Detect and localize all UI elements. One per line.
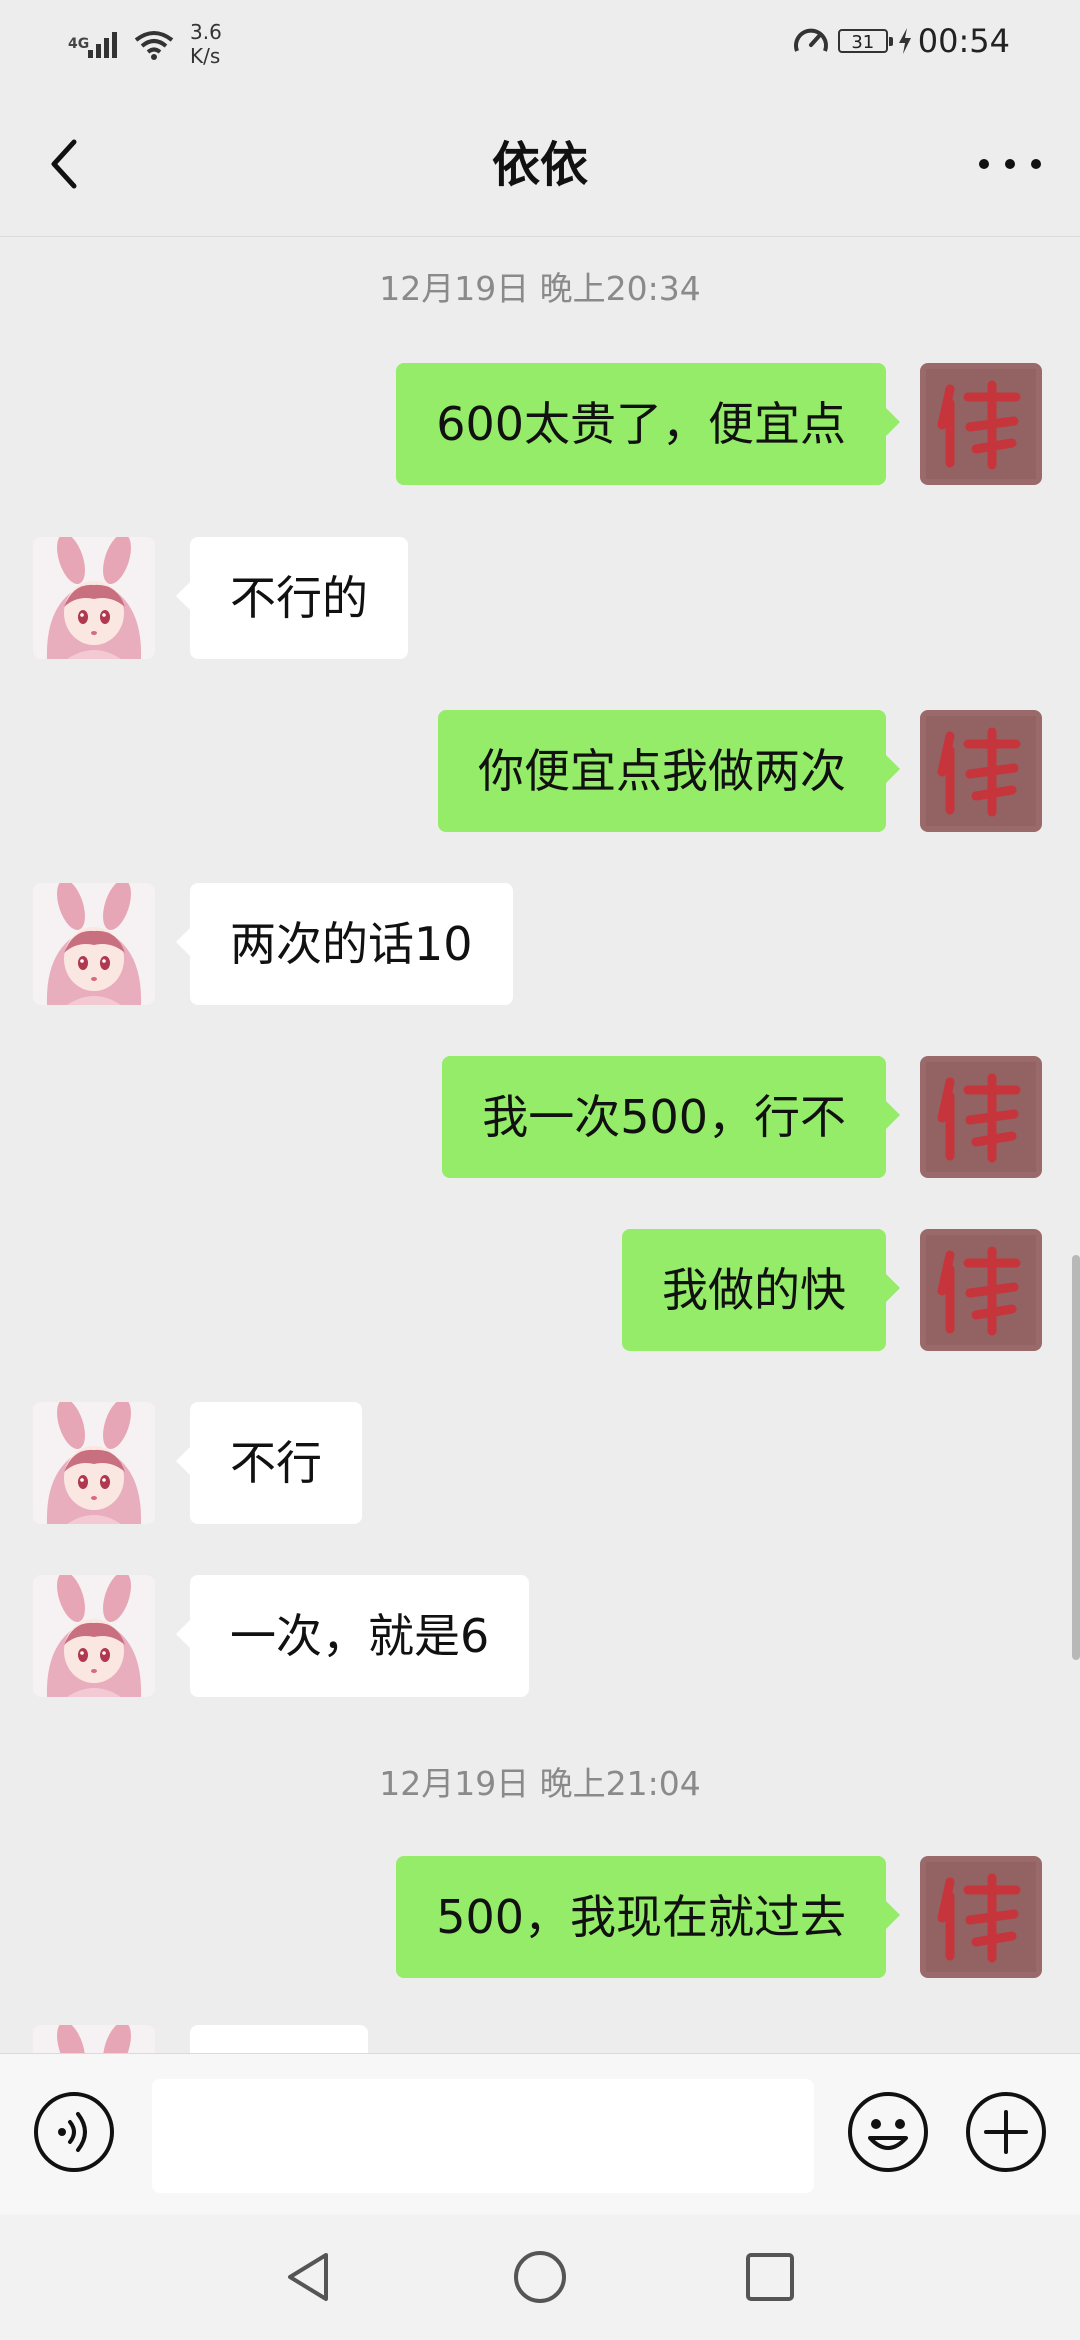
received-message-bubble[interactable]: 不行 — [176, 1402, 362, 1524]
my-avatar[interactable] — [920, 363, 1042, 485]
chat-timestamp: 12月19日 晚上20:34 — [379, 269, 701, 308]
battery-indicator: 31 — [837, 29, 893, 53]
emoji-button[interactable] — [846, 2090, 930, 2174]
received-message-bubble[interactable]: 一次，就是6 — [175, 1575, 530, 1697]
network-type-label: 4G — [68, 36, 90, 52]
sent-message-bubble[interactable]: 600太贵了，便宜点 — [396, 363, 900, 485]
speedometer-icon — [793, 28, 828, 52]
cellular-signal-icon — [88, 32, 117, 58]
contact-avatar[interactable] — [33, 1575, 155, 1697]
system-nav-bar — [0, 2215, 1080, 2340]
contact-avatar[interactable] — [33, 1402, 155, 1524]
wifi-icon — [134, 31, 174, 60]
received-message-bubble[interactable]: 不行的 — [176, 537, 408, 659]
nav-recent-apps-icon[interactable] — [740, 2247, 800, 2307]
message-input[interactable] — [152, 2079, 814, 2193]
nav-home-icon[interactable] — [510, 2247, 570, 2307]
chat-title: 依依 — [491, 137, 588, 193]
sent-message-bubble[interactable]: 500，我现在就过去 — [396, 1856, 900, 1978]
charging-bolt-icon — [898, 28, 911, 54]
sent-message-bubble[interactable]: 我一次500，行不 — [442, 1056, 900, 1178]
voice-icon — [34, 2092, 114, 2172]
chat-scrollbar[interactable] — [1072, 1255, 1080, 1660]
message-row: 我做的快 — [0, 1229, 1080, 1351]
message-row: 600太贵了，便宜点 — [0, 363, 1080, 485]
my-avatar[interactable] — [920, 710, 1042, 832]
network-speed: 3.6 K/s — [190, 20, 222, 68]
chat-timestamp: 12月19日 晚上21:04 — [379, 1764, 701, 1803]
more-options-button[interactable] — [970, 124, 1050, 204]
received-message-bubble-partial[interactable] — [190, 2025, 368, 2055]
voice-button[interactable] — [32, 2090, 116, 2174]
my-avatar[interactable] — [920, 1856, 1042, 1978]
received-message-bubble[interactable]: 两次的话10 — [176, 883, 513, 1005]
plus-icon — [966, 2092, 1046, 2172]
my-avatar[interactable] — [920, 1229, 1042, 1351]
status-bar: 4G 3.6 K/s 31 00:54 — [0, 0, 1080, 90]
message-row: 一次，就是6 — [0, 1575, 1080, 1697]
message-row: 我一次500，行不 — [0, 1056, 1080, 1178]
network-speed-unit: K/s — [190, 44, 221, 68]
contact-avatar[interactable] — [33, 883, 155, 1005]
nav-back-icon[interactable] — [280, 2247, 340, 2307]
contact-avatar[interactable] — [33, 537, 155, 659]
sent-message-bubble[interactable]: 我做的快 — [622, 1229, 900, 1351]
message-row: 不行 — [0, 1402, 1080, 1524]
status-left: 4G 3.6 K/s — [68, 20, 222, 68]
contact-avatar-partial[interactable] — [33, 2025, 155, 2055]
sent-message-bubble[interactable]: 你便宜点我做两次 — [438, 710, 900, 832]
message-row: 500，我现在就过去 — [0, 1856, 1080, 1978]
emoji-icon — [848, 2092, 928, 2172]
input-bar — [0, 2053, 1080, 2216]
more-functions-button[interactable] — [964, 2090, 1048, 2174]
more-dots-icon — [979, 159, 1041, 169]
message-row: 不行的 — [0, 537, 1080, 659]
status-time: 00:54 — [917, 22, 1010, 60]
my-avatar[interactable] — [920, 1056, 1042, 1178]
chat-header: 依依 — [0, 90, 1080, 237]
network-speed-value: 3.6 — [190, 20, 222, 44]
status-right: 31 00:54 — [792, 22, 1010, 60]
message-row: 两次的话10 — [0, 883, 1080, 1005]
message-row: 你便宜点我做两次 — [0, 710, 1080, 832]
